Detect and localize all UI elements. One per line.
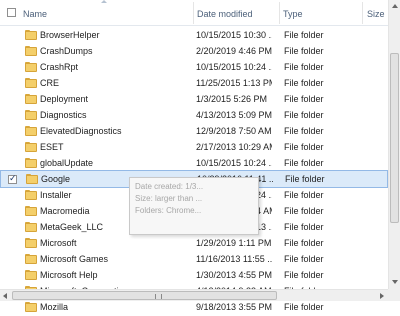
folder-icon bbox=[25, 302, 37, 312]
scroll-up-arrow-icon[interactable] bbox=[392, 4, 398, 8]
column-date-modified[interactable]: Date modified bbox=[197, 0, 253, 25]
scrollbar-corner bbox=[388, 289, 400, 301]
check-icon: ✓ bbox=[9, 173, 17, 183]
folder-icon bbox=[25, 270, 37, 280]
folder-icon bbox=[25, 46, 37, 56]
sort-up-arrow-icon bbox=[101, 0, 107, 3]
folder-icon bbox=[25, 254, 37, 264]
horizontal-scroll-thumb[interactable] bbox=[12, 291, 277, 300]
column-type[interactable]: Type bbox=[283, 0, 303, 25]
column-divider[interactable] bbox=[362, 2, 363, 24]
folder-icon bbox=[25, 142, 37, 152]
tooltip-folders: Folders: Chrome... bbox=[135, 206, 202, 215]
folder-icon bbox=[25, 158, 37, 168]
folder-icon bbox=[25, 30, 37, 40]
column-size[interactable]: Size bbox=[367, 0, 385, 25]
vertical-scrollbar[interactable] bbox=[388, 0, 400, 289]
folder-icon bbox=[25, 206, 37, 216]
column-name[interactable]: Name bbox=[23, 0, 47, 25]
folder-icon bbox=[26, 174, 38, 184]
horizontal-scrollbar[interactable] bbox=[0, 289, 388, 301]
tooltip-date-created: Date created: 1/3... bbox=[135, 182, 204, 191]
folder-icon bbox=[25, 62, 37, 72]
folder-icon bbox=[25, 126, 37, 136]
vertical-scroll-thumb[interactable] bbox=[390, 53, 399, 223]
folder-icon bbox=[25, 238, 37, 248]
folder-icon bbox=[25, 94, 37, 104]
select-all-checkbox[interactable] bbox=[7, 8, 16, 17]
folder-icon bbox=[25, 222, 37, 232]
folder-icon bbox=[25, 190, 37, 200]
tooltip-size: Size: larger than ... bbox=[135, 194, 203, 203]
scroll-left-arrow-icon[interactable] bbox=[3, 293, 7, 299]
folder-info-tooltip: Date created: 1/3... Size: larger than .… bbox=[129, 177, 259, 235]
column-divider[interactable] bbox=[193, 2, 194, 24]
grip-icon bbox=[155, 294, 162, 299]
folder-icon bbox=[25, 78, 37, 88]
column-header-bar: Name Date modified Type Size bbox=[0, 0, 388, 26]
column-divider[interactable] bbox=[279, 2, 280, 24]
scroll-right-arrow-icon[interactable] bbox=[380, 293, 384, 299]
folder-icon bbox=[25, 110, 37, 120]
scroll-down-arrow-icon[interactable] bbox=[392, 280, 398, 284]
item-checkbox[interactable]: ✓ bbox=[8, 173, 17, 184]
